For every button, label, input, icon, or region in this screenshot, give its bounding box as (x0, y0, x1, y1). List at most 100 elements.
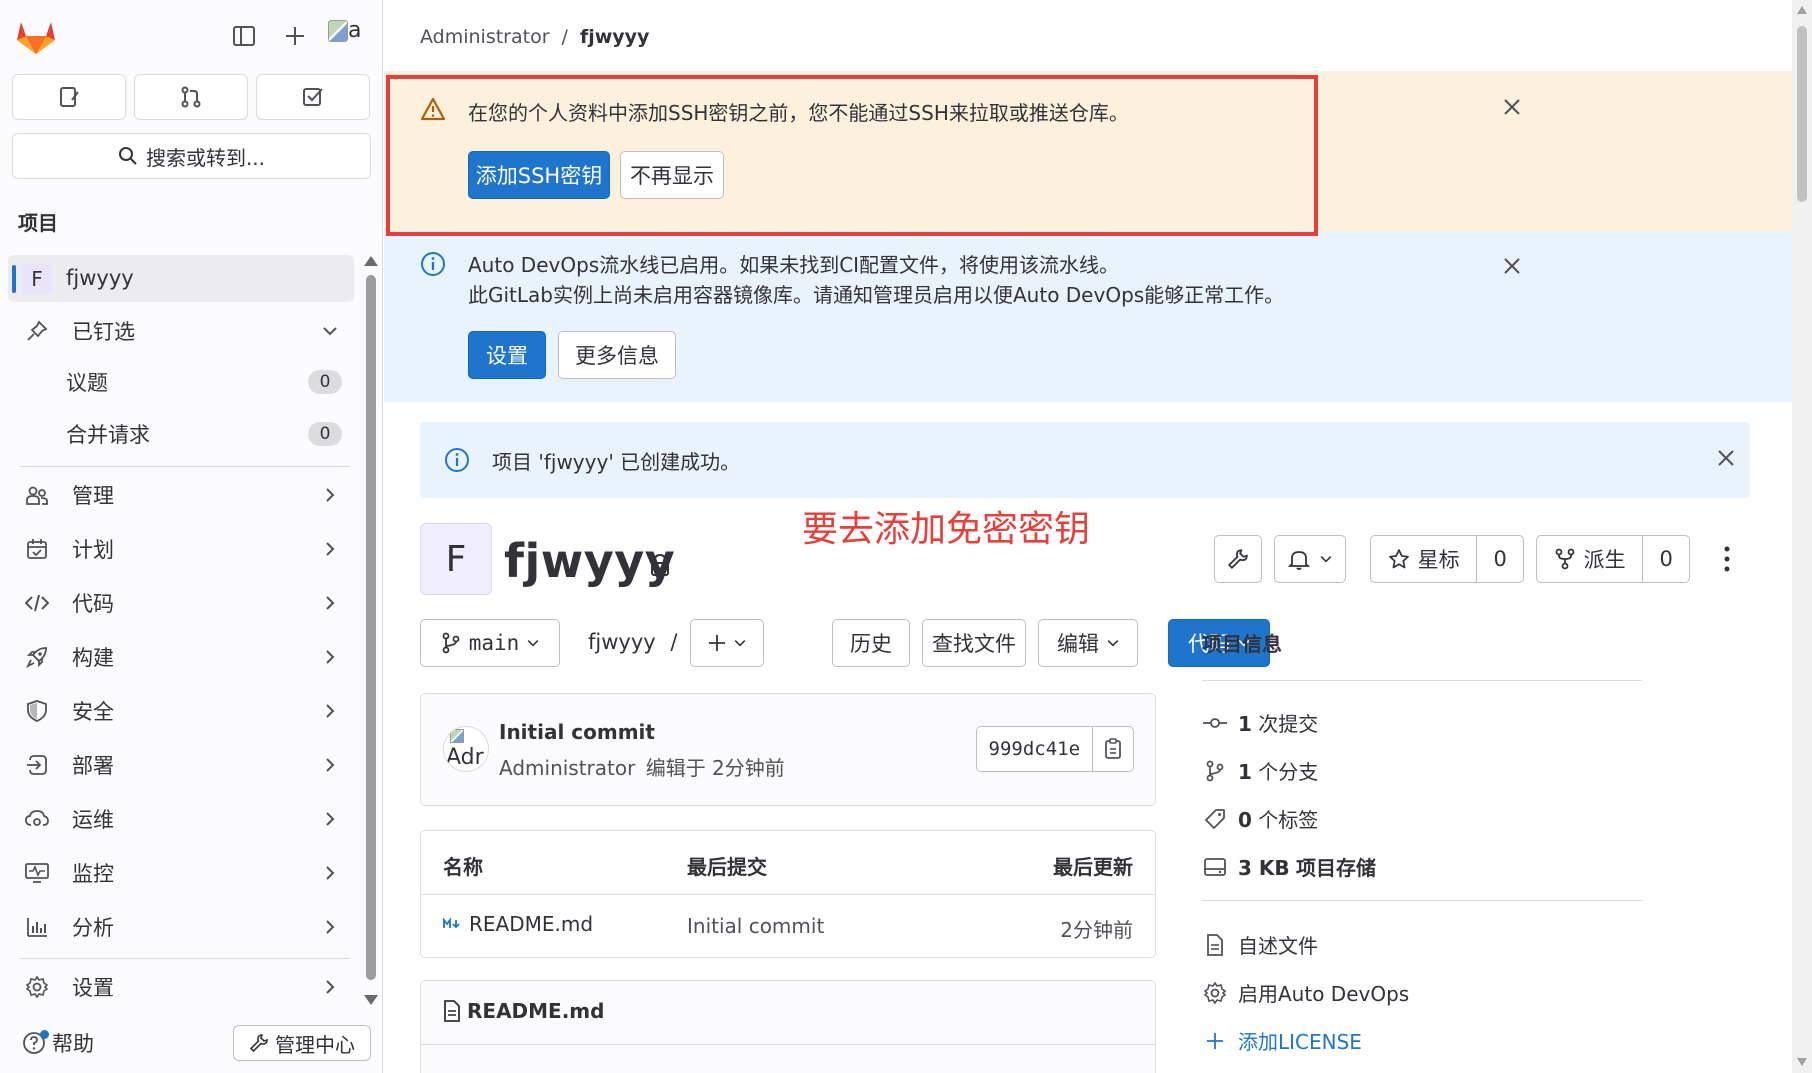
file-last-commit[interactable]: Initial commit (687, 914, 824, 938)
more-info-button[interactable]: 更多信息 (558, 331, 676, 379)
find-file-button[interactable]: 查找文件 (922, 619, 1026, 667)
copy-icon[interactable] (1091, 727, 1133, 771)
link-label: 添加LICENSE (1238, 1030, 1362, 1054)
edit-label: 编辑 (1057, 632, 1099, 656)
star-button[interactable]: 星标 (1371, 536, 1476, 582)
notification-dropdown[interactable] (1274, 535, 1346, 583)
star-button-group: 星标 0 (1370, 535, 1524, 583)
table-header: 名称 最后提交 最后更新 (421, 831, 1155, 895)
branch-icon (442, 632, 460, 654)
sidebar-item-plan[interactable]: 计划 (8, 526, 354, 572)
bell-icon (1288, 551, 1310, 570)
close-icon[interactable] (1500, 95, 1524, 119)
scroll-up-arrow-icon[interactable] (364, 256, 378, 266)
repo-path-link[interactable]: fjwyyy (588, 630, 656, 654)
admin-area-button[interactable]: 管理中心 (233, 1025, 371, 1061)
stat-label: 个分支 (1258, 760, 1319, 784)
commit-title[interactable]: Initial commit (499, 720, 655, 744)
page-scrollbar[interactable] (1792, 0, 1812, 1073)
branches-link[interactable]: 1 个分支 (1202, 756, 1318, 785)
sidebar-item-build[interactable]: 构建 (8, 634, 354, 680)
add-to-tree-dropdown[interactable] (690, 619, 764, 667)
tags-link[interactable]: 0 个标签 (1202, 804, 1318, 833)
search-button[interactable]: 搜索或转到... (12, 133, 371, 179)
commit-sha[interactable]: 999dc41e (977, 738, 1092, 760)
count-badge: 0 (308, 422, 342, 446)
commit-author-link[interactable]: Administrator (499, 756, 635, 780)
sidebar-item-label: 设置 (72, 976, 114, 1000)
settings-wrench-button[interactable] (1214, 535, 1262, 583)
create-new-icon[interactable] (281, 22, 309, 50)
broken-image-icon (450, 729, 464, 743)
sidebar-item-label: 议题 (66, 371, 108, 395)
scroll-down-arrow-icon[interactable] (1797, 1058, 1807, 1066)
rocket-icon (22, 642, 52, 672)
help-button[interactable]: 帮助 (22, 1028, 94, 1058)
author-avatar[interactable]: Adr (443, 726, 489, 772)
sidebar-item-pinned[interactable]: 已钉选 (8, 308, 354, 354)
sidebar-item-code[interactable]: 代码 (8, 580, 354, 626)
toggle-sidebar-icon[interactable] (230, 22, 258, 50)
todos-quick-button[interactable] (256, 74, 370, 120)
devops-settings-button[interactable]: 设置 (468, 331, 546, 379)
markdown-icon (443, 917, 460, 929)
repo-path: fjwyyy / (588, 630, 677, 654)
enable-auto-devops-link[interactable]: 启用Auto DevOps (1202, 978, 1409, 1007)
project-avatar: F (420, 523, 492, 595)
tag-icon (1202, 806, 1228, 832)
commits-link[interactable]: 1 次提交 (1202, 708, 1318, 737)
sidebar-item-monitor[interactable]: 监控 (8, 850, 354, 896)
doc-icon (444, 1000, 460, 1022)
scroll-up-arrow-icon[interactable] (1797, 6, 1807, 14)
scroll-down-arrow-icon[interactable] (364, 995, 378, 1005)
sidebar-item-operate[interactable]: 运维 (8, 796, 354, 842)
close-icon[interactable] (1500, 254, 1524, 278)
add-license-link[interactable]: 添加LICENSE (1202, 1026, 1362, 1055)
more-actions-icon[interactable] (1722, 545, 1732, 573)
sidebar-item-merge-requests[interactable]: 合并请求 0 (66, 412, 342, 456)
storage-link[interactable]: 3 KB 项目存储 (1202, 852, 1376, 881)
stat-value: 0 (1238, 808, 1252, 832)
edit-dropdown[interactable]: 编辑 (1038, 619, 1138, 667)
readme-link[interactable]: 自述文件 (1202, 930, 1318, 959)
sidebar-item-label: 管理 (72, 484, 114, 508)
sidebar-item-manage[interactable]: 管理 (8, 472, 354, 518)
sidebar-item-label: 已钉选 (72, 320, 135, 344)
issues-quick-button[interactable] (12, 74, 126, 120)
sidebar-item-analyze[interactable]: 分析 (8, 904, 354, 950)
shield-icon (22, 696, 52, 726)
sidebar-project-item[interactable]: F fjwyyy (8, 255, 354, 302)
sidebar: a 搜索或转到... 项目 F fjwyyy 已钉选 议题 0 合并请求 0 管… (0, 0, 383, 1073)
branch-selector[interactable]: main (420, 619, 560, 667)
sidebar-item-deploy[interactable]: 部署 (8, 742, 354, 788)
close-icon[interactable] (1714, 446, 1738, 470)
star-count[interactable]: 0 (1477, 536, 1523, 582)
star-label: 星标 (1417, 548, 1460, 572)
commit-time: 编辑于 2分钟前 (645, 756, 785, 780)
breadcrumb-parent-link[interactable]: Administrator (420, 26, 550, 48)
gitlab-logo[interactable] (15, 16, 57, 56)
sidebar-scrollbar-thumb[interactable] (366, 275, 376, 980)
link-label: 自述文件 (1238, 934, 1318, 958)
fork-label: 派生 (1583, 548, 1626, 572)
fork-button[interactable]: 派生 (1537, 536, 1642, 582)
devops-message-line2: 此GitLab实例上尚未启用容器镜像库。请通知管理员启用以便Auto DevOp… (468, 283, 1285, 307)
user-avatar[interactable]: a (328, 18, 368, 54)
sidebar-top: a (0, 0, 383, 70)
history-button[interactable]: 历史 (832, 619, 910, 667)
sidebar-item-issues[interactable]: 议题 0 (66, 360, 342, 404)
sidebar-item-secure[interactable]: 安全 (8, 688, 354, 734)
gear-icon (1202, 980, 1228, 1006)
chevron-right-icon (320, 485, 340, 505)
todo-icon (303, 88, 323, 106)
file-name-cell[interactable]: README.md (443, 912, 593, 936)
breadcrumb-current-link[interactable]: fjwyyy (580, 26, 650, 48)
sidebar-item-settings[interactable]: 设置 (8, 964, 354, 1010)
wrench-icon (1227, 549, 1248, 570)
page-scrollbar-thumb[interactable] (1797, 26, 1807, 202)
merge-requests-quick-button[interactable] (134, 74, 248, 120)
readme-title: README.md (467, 999, 605, 1023)
file-last-update: 2分钟前 (1060, 918, 1133, 942)
fork-count[interactable]: 0 (1643, 536, 1689, 582)
divider (1202, 680, 1642, 681)
